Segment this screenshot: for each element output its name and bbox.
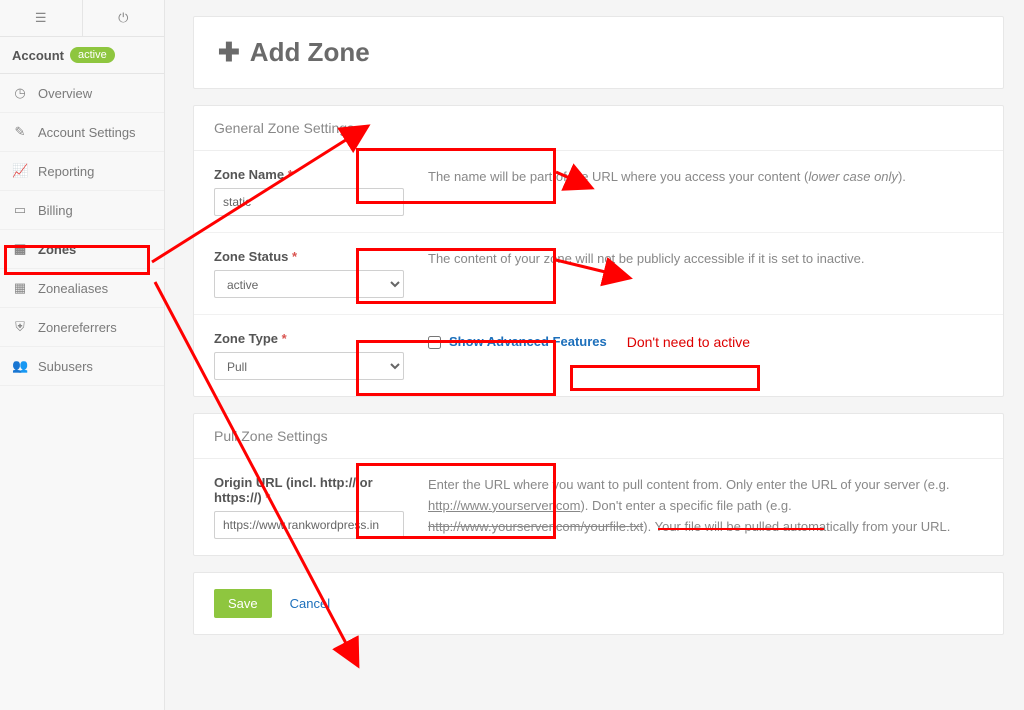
label-text: Origin URL (incl. http:// or https://) (214, 475, 373, 505)
label-text: Zone Status (214, 249, 288, 264)
pull-zone-settings-panel: Pull Zone Settings Origin URL (incl. htt… (193, 413, 1004, 556)
zone-name-input[interactable] (214, 188, 404, 216)
sidebar-item-label: Zonealiases (38, 281, 108, 296)
zone-status-help: The content of your zone will not be pub… (428, 249, 983, 270)
power-button[interactable]: ⏻ (82, 0, 165, 36)
edit-icon: ✎ (12, 124, 28, 140)
sidebar-item-label: Overview (38, 86, 92, 101)
required-marker: * (282, 331, 287, 346)
label-text: Zone Type (214, 331, 278, 346)
zone-type-select[interactable]: Pull (214, 352, 404, 380)
zone-status-label: Zone Status * (214, 249, 404, 264)
page-title-text: Add Zone (250, 37, 370, 68)
row-zone-type: Zone Type * Pull Show Advanced Features … (194, 315, 1003, 396)
row-origin-url: Origin URL (incl. http:// or https://) *… (194, 459, 1003, 555)
row-zone-status: Zone Status * active The content of your… (194, 233, 1003, 315)
account-label: Account (12, 48, 64, 63)
grid-alt-icon: ▦ (12, 280, 28, 296)
general-zone-settings-panel: General Zone Settings Zone Name * The na… (193, 105, 1004, 397)
plus-icon: ✚ (218, 37, 240, 68)
menu-toggle[interactable]: ☰ (0, 0, 82, 36)
page-title: ✚ Add Zone (218, 37, 979, 68)
users-icon: 👥 (12, 358, 28, 374)
origin-url-help: Enter the URL where you want to pull con… (428, 475, 983, 537)
account-status-badge: active (70, 47, 115, 63)
grid-icon: ▦ (12, 241, 28, 257)
origin-url-label: Origin URL (incl. http:// or https://) * (214, 475, 404, 505)
required-marker: * (288, 167, 293, 182)
show-advanced-link[interactable]: Show Advanced Features (449, 332, 607, 353)
page-title-panel: ✚ Add Zone (193, 16, 1004, 89)
zone-type-label: Zone Type * (214, 331, 404, 346)
required-marker: * (265, 490, 270, 505)
show-advanced-checkbox[interactable] (428, 336, 441, 349)
power-icon: ⏻ (118, 10, 128, 25)
sidebar-item-zonereferrers[interactable]: ⛨ Zonereferrers (0, 308, 164, 347)
sidebar-top: ☰ ⏻ (0, 0, 164, 37)
sidebar-item-label: Subusers (38, 359, 93, 374)
actions-panel: Save Cancel (193, 572, 1004, 635)
dashboard-icon: ◷ (12, 85, 28, 101)
zone-status-select[interactable]: active (214, 270, 404, 298)
hamburger-icon: ☰ (35, 10, 47, 25)
sidebar-item-account-settings[interactable]: ✎ Account Settings (0, 113, 164, 152)
sidebar-account-header: Account active (0, 37, 164, 74)
cancel-link[interactable]: Cancel (290, 596, 330, 611)
sidebar-item-label: Reporting (38, 164, 94, 179)
main-content: ✚ Add Zone General Zone Settings Zone Na… (165, 0, 1024, 710)
label-text: Zone Name (214, 167, 284, 182)
sidebar-item-label: Billing (38, 203, 73, 218)
sidebar-item-zonealiases[interactable]: ▦ Zonealiases (0, 269, 164, 308)
sidebar-item-overview[interactable]: ◷ Overview (0, 74, 164, 113)
sidebar-item-label: Zones (38, 242, 76, 257)
sidebar-item-label: Account Settings (38, 125, 136, 140)
card-icon: ▭ (12, 202, 28, 218)
zone-name-help: The name will be part of the URL where y… (428, 167, 983, 188)
origin-url-input[interactable] (214, 511, 404, 539)
annotation-dont-need: Don't need to active (627, 331, 750, 353)
row-zone-name: Zone Name * The name will be part of the… (194, 151, 1003, 233)
sidebar-item-label: Zonereferrers (38, 320, 117, 335)
chart-icon: 📈 (12, 163, 28, 179)
sidebar-item-subusers[interactable]: 👥 Subusers (0, 347, 164, 386)
sidebar-item-billing[interactable]: ▭ Billing (0, 191, 164, 230)
save-button[interactable]: Save (214, 589, 272, 618)
shield-icon: ⛨ (12, 319, 28, 335)
sidebar-nav: ◷ Overview ✎ Account Settings 📈 Reporting ▭… (0, 74, 164, 386)
sidebar: ☰ ⏻ Account active ◷ Overview ✎ Account Se… (0, 0, 165, 710)
required-marker: * (292, 249, 297, 264)
zone-name-label: Zone Name * (214, 167, 404, 182)
section-heading-general: General Zone Settings (194, 106, 1003, 151)
sidebar-item-reporting[interactable]: 📈 Reporting (0, 152, 164, 191)
section-heading-pull: Pull Zone Settings (194, 414, 1003, 459)
sidebar-item-zones[interactable]: ▦ Zones (0, 230, 164, 269)
